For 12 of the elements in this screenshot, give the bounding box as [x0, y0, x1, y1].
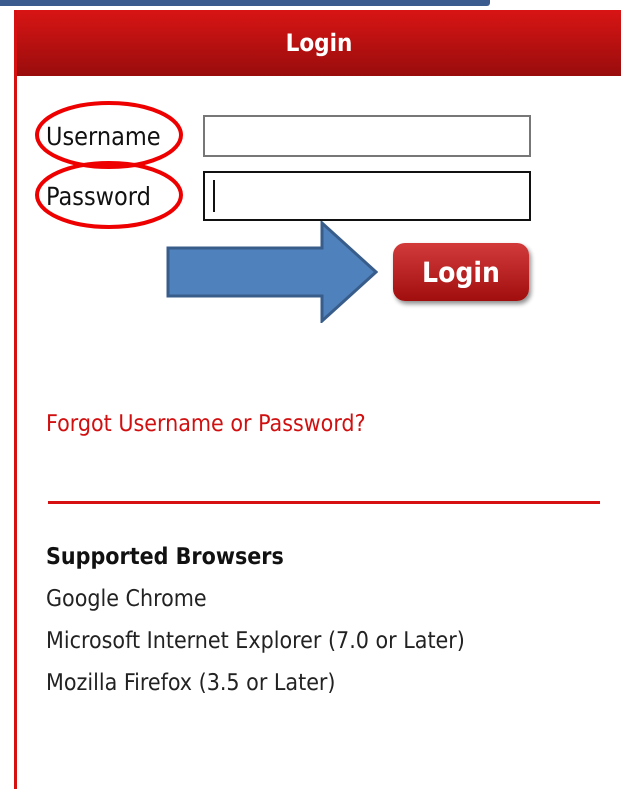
forgot-credentials-link[interactable]: Forgot Username or Password?: [46, 411, 366, 437]
panel-title: Login: [286, 29, 352, 57]
input-field[interactable]: [203, 171, 531, 221]
text-cursor: [213, 180, 215, 212]
browser-name: Google Chrome: [46, 585, 208, 614]
field-label: Password: [46, 182, 151, 210]
input-field[interactable]: [203, 115, 531, 157]
field-label: Username: [46, 122, 161, 150]
login-button[interactable]: Login: [393, 243, 529, 301]
browser-name: Microsoft Internet Explorer (7.0 or Later): [46, 627, 466, 656]
browser-name: Mozilla Firefox (3.5 or Later): [46, 669, 337, 698]
section-heading: Supported Browsers: [46, 544, 285, 570]
